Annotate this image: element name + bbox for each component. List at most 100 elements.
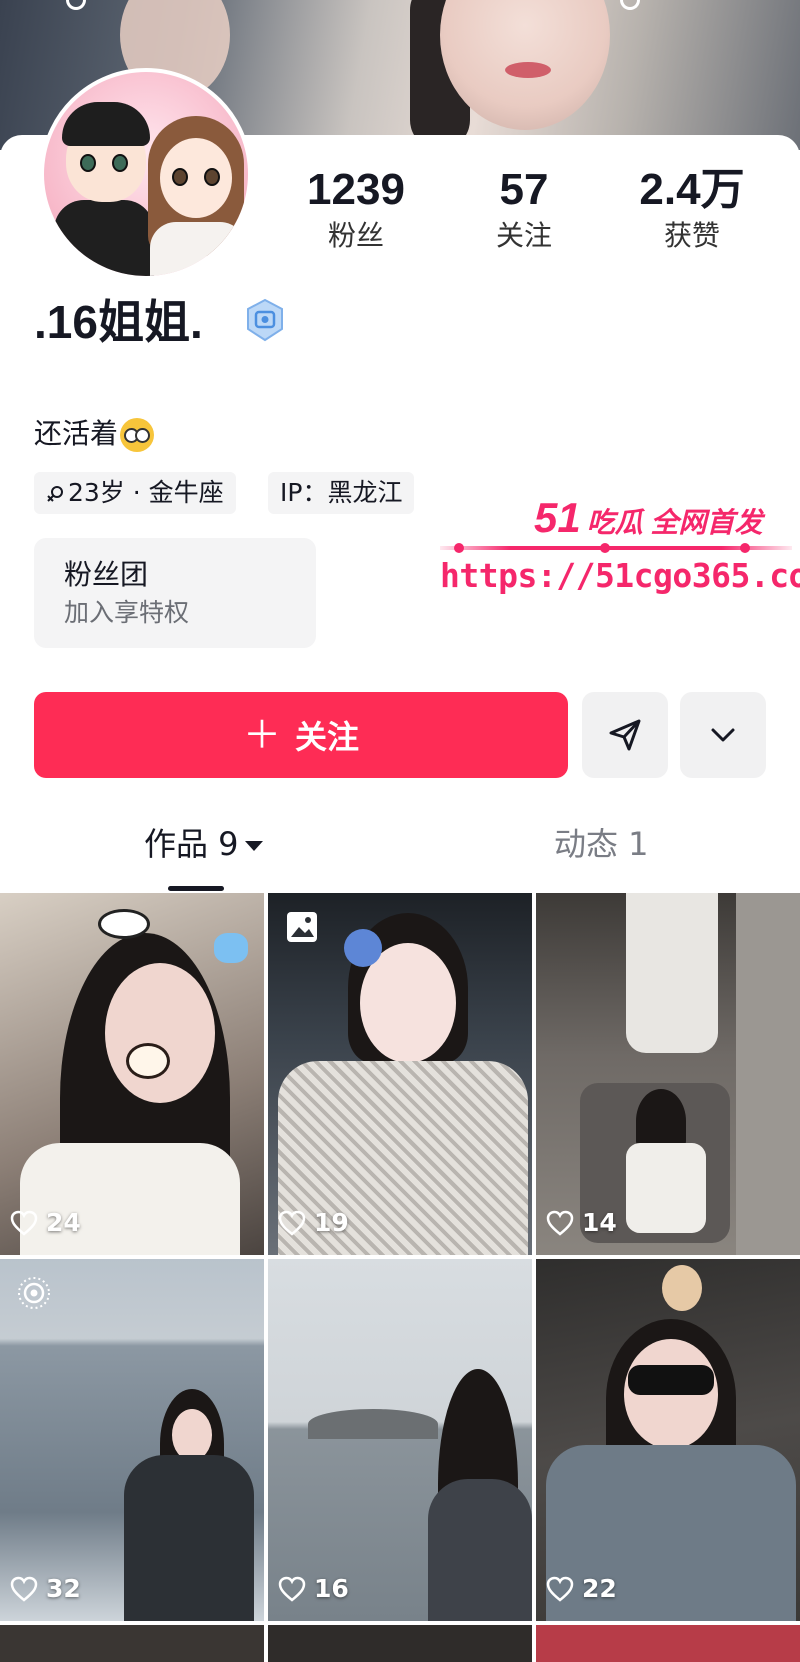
cover-lips [505, 62, 551, 78]
distant-island [308, 1409, 438, 1439]
post-thumbnail[interactable]: 24 [0, 893, 264, 1255]
tab-active-indicator [168, 886, 224, 891]
post-like-count: 16 [278, 1574, 349, 1603]
avatar-boy-body [54, 200, 154, 276]
more-options-button[interactable] [680, 692, 766, 778]
like-count-text: 32 [46, 1574, 81, 1603]
post-thumbnail[interactable]: 32 [0, 1259, 264, 1621]
post-like-count: 22 [546, 1574, 617, 1603]
stat-label: 获赞 [663, 219, 720, 252]
avatar-girl-head [160, 138, 232, 218]
avatar-eye [172, 168, 188, 186]
avatar-girl-body [150, 222, 246, 276]
post-thumbnail[interactable]: 14 [536, 893, 800, 1255]
post-thumbnail[interactable]: 16 [268, 1259, 532, 1621]
stat-value: 2.4万 [639, 165, 745, 214]
stat-label: 粉丝 [327, 219, 384, 252]
bear-nose-sticker [126, 1043, 170, 1079]
nerd-face-emoji-icon [120, 418, 155, 452]
thumbnail-figure [172, 1409, 212, 1461]
post-thumbnail[interactable]: 19 [268, 893, 532, 1255]
posts-grid: 24 19 14 32 16 22 [0, 893, 800, 1662]
avatar-eye [80, 154, 96, 172]
sticker-ear [98, 909, 150, 939]
post-thumbnail[interactable] [0, 1625, 264, 1662]
stat-following[interactable]: 57 关注 [454, 164, 594, 256]
curtain [736, 893, 800, 1255]
stat-followers[interactable]: 1239 粉丝 [286, 164, 426, 256]
bear-sticker [662, 1265, 702, 1311]
bow-sticker [214, 933, 248, 963]
profile-nickname: .16姐姐. [34, 296, 203, 348]
heart-icon [546, 1210, 574, 1236]
post-thumbnail[interactable] [536, 1625, 800, 1662]
post-thumbnail[interactable]: 22 [536, 1259, 800, 1621]
avatar[interactable] [40, 68, 252, 280]
send-icon [609, 719, 641, 751]
watermark-url: https://51cgo365.com [440, 556, 800, 595]
thumbnail-figure [626, 1143, 706, 1233]
avatar-eye [204, 168, 220, 186]
post-like-count: 32 [10, 1574, 81, 1603]
heart-icon [278, 1210, 306, 1236]
watermark-dot [600, 543, 610, 553]
female-icon [47, 486, 63, 502]
profile-signature: 还活着 [34, 414, 155, 454]
like-count-text: 16 [314, 1574, 349, 1603]
signature-text: 还活着 [34, 417, 119, 450]
fan-club-title: 粉丝团 [64, 558, 149, 591]
follow-button-label: 关注 [295, 718, 360, 756]
watermark-dot [740, 543, 750, 553]
watermark-dot [454, 543, 464, 553]
post-like-count: 14 [546, 1208, 617, 1237]
watermark-brand-number: 51 [534, 494, 581, 541]
thumbnail-figure [626, 893, 718, 1053]
site-watermark: 51 吃瓜 全网首发 https://51cgo365.com [440, 494, 800, 614]
tag-text: IP：黑龙江 [280, 478, 403, 507]
heart-icon [10, 1576, 38, 1602]
heart-icon [278, 1576, 306, 1602]
sunglasses [628, 1365, 714, 1395]
search-icon[interactable] [620, 0, 640, 10]
thumbnail-figure [124, 1455, 254, 1621]
flower-hairclip [344, 929, 382, 967]
caret-down-icon [244, 841, 263, 851]
tab-moments[interactable]: 动态 1 [554, 820, 649, 868]
tag-text: 23岁 · 金牛座 [68, 478, 224, 507]
avatar-eye [112, 154, 128, 172]
like-count-text: 14 [582, 1208, 617, 1237]
live-photo-icon [18, 1277, 50, 1309]
tag-ip-location: IP：黑龙江 [268, 472, 415, 514]
heart-icon [10, 1210, 38, 1236]
tab-label: 作品 9 [144, 825, 239, 863]
watermark-brand-text: 吃瓜 全网首发 [586, 507, 763, 538]
back-icon[interactable] [66, 0, 86, 10]
stat-value: 57 [499, 165, 549, 214]
stat-value: 1239 [307, 165, 405, 214]
image-post-badge [284, 909, 320, 949]
chevron-down-icon [711, 728, 735, 742]
stat-likes[interactable]: 2.4万 获赞 [622, 164, 762, 256]
thumbnail-figure [428, 1479, 532, 1621]
tab-works[interactable]: 作品 9 [144, 820, 263, 868]
fan-club-card[interactable]: 粉丝团 加入享特权 [34, 538, 316, 648]
like-count-text: 24 [46, 1208, 81, 1237]
verified-badge-icon[interactable] [244, 298, 286, 342]
watermark-brand: 51 吃瓜 全网首发 [534, 494, 763, 542]
thumbnail-figure [20, 1143, 240, 1255]
post-thumbnail[interactable] [268, 1625, 532, 1662]
send-message-button[interactable] [582, 692, 668, 778]
tag-age-zodiac: 23岁 · 金牛座 [34, 472, 236, 514]
post-like-count: 19 [278, 1208, 349, 1237]
fan-club-subtitle: 加入享特权 [64, 598, 190, 627]
tab-label: 动态 1 [554, 825, 649, 863]
post-like-count: 24 [10, 1208, 81, 1237]
live-photo-badge [16, 1275, 52, 1315]
plus-icon: ＋ [242, 713, 281, 757]
thumbnail-figure [105, 963, 215, 1103]
stat-label: 关注 [495, 219, 552, 252]
like-count-text: 22 [582, 1574, 617, 1603]
like-count-text: 19 [314, 1208, 349, 1237]
follow-button[interactable]: ＋ 关注 [34, 692, 568, 778]
image-icon [287, 912, 317, 942]
